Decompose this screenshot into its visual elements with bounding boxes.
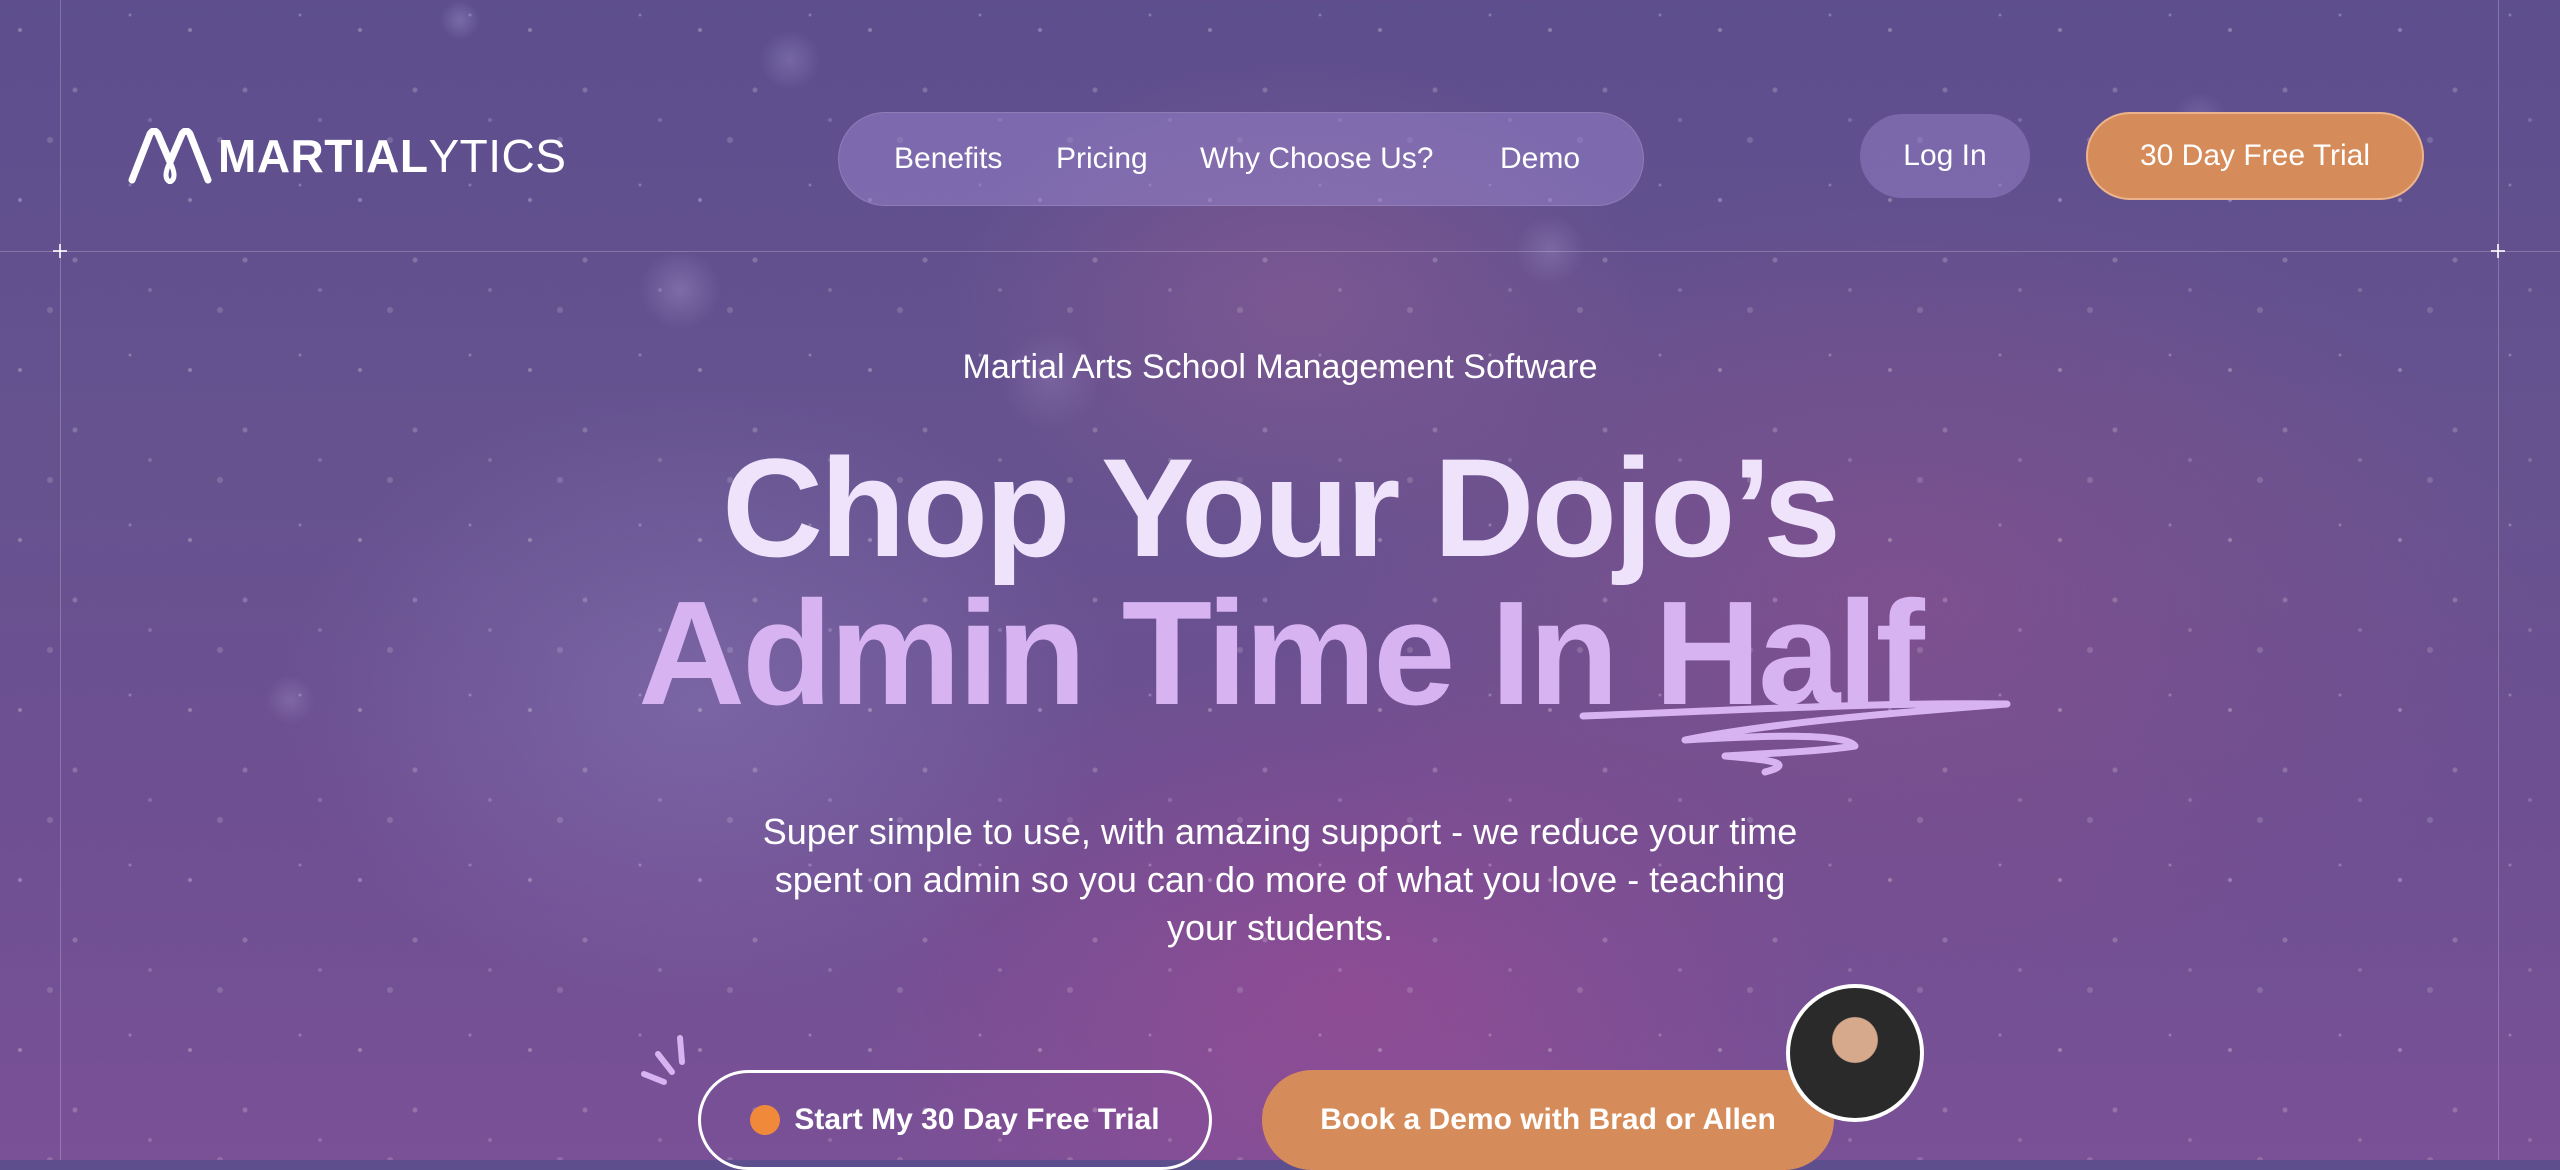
free-trial-button[interactable]: 30 Day Free Trial bbox=[2086, 112, 2424, 200]
nav-item-pricing[interactable]: Pricing bbox=[1056, 112, 1148, 206]
guide-cross-right bbox=[2491, 244, 2505, 258]
underline-swoosh-icon bbox=[1579, 700, 2011, 776]
nav-item-benefits[interactable]: Benefits bbox=[894, 112, 1002, 206]
start-trial-label: Start My 30 Day Free Trial bbox=[794, 1103, 1160, 1136]
hero-eyebrow: Martial Arts School Management Software bbox=[962, 348, 1598, 386]
guide-line-top bbox=[0, 251, 2560, 252]
start-trial-button[interactable]: Start My 30 Day Free Trial bbox=[698, 1070, 1212, 1170]
book-demo-button[interactable]: Book a Demo with Brad or Allen bbox=[1262, 1070, 1834, 1170]
hero-headline-line1: Chop Your Dojo’s bbox=[721, 429, 1841, 586]
nav-item-why-choose-us[interactable]: Why Choose Us? bbox=[1200, 112, 1433, 206]
main-nav: Benefits Pricing Why Choose Us? Demo bbox=[838, 112, 1644, 206]
brand-logo[interactable]: MARTIALYTICS bbox=[128, 128, 566, 184]
guide-cross-left bbox=[53, 244, 67, 258]
logo-wordmark: MARTIALYTICS bbox=[218, 130, 567, 182]
hero-subheading: Super simple to use, with amazing suppor… bbox=[762, 811, 1798, 948]
m-rope-logo-icon bbox=[128, 128, 212, 184]
presenter-avatar bbox=[1786, 984, 1924, 1122]
sparkle-lines-icon bbox=[641, 1035, 685, 1085]
status-dot-icon bbox=[750, 1105, 781, 1135]
login-button[interactable]: Log In bbox=[1860, 114, 2030, 198]
hero-headline-line2: Admin Time In Half bbox=[638, 571, 1925, 736]
nav-item-demo[interactable]: Demo bbox=[1500, 112, 1580, 206]
